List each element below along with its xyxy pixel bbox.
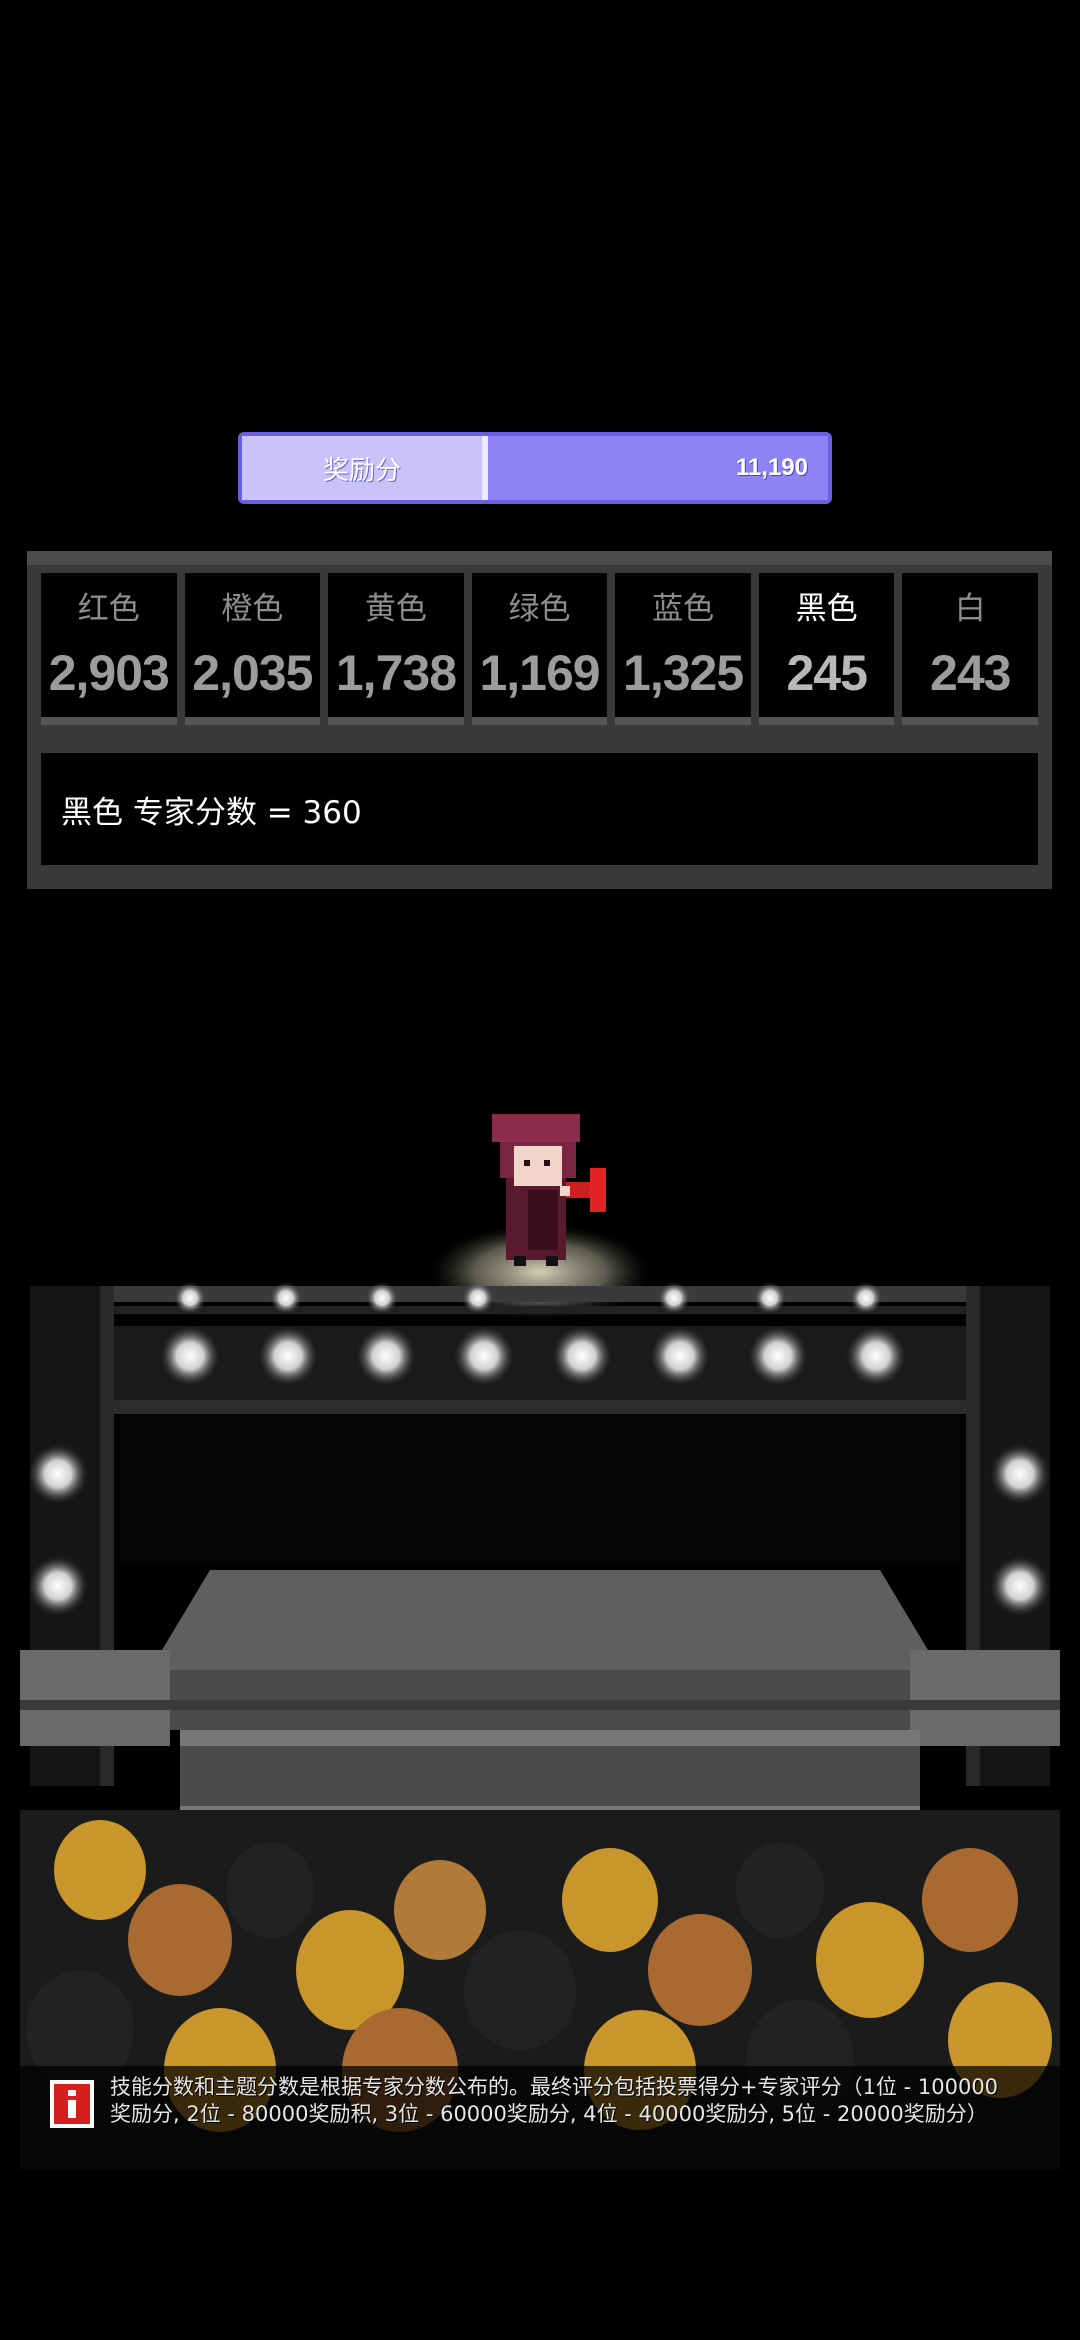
bonus-label: 奖励分 [242,436,488,500]
score-column-name: 红色 [77,591,140,627]
score-column-name: 橙色 [221,591,284,627]
score-column-value: 1,325 [623,645,744,701]
stage-floor [150,1570,940,1670]
score-column-white: 白 243 [902,573,1039,725]
score-column-yellow: 黄色 1,738 [328,573,464,725]
score-column-value: 1,738 [335,645,457,701]
score-column-value: 2,903 [48,645,170,701]
info-text: 技能分数和主题分数是根据专家分数公布的。最终评分包括投票得分+专家评分（1位 -… [110,2075,999,2126]
info-icon [50,2080,94,2128]
score-column-name: 蓝色 [652,591,715,627]
score-column-name: 绿色 [508,591,571,627]
bonus-score-bar: 奖励分 11,190 [238,432,832,504]
color-score-columns: 红色 2,903 橙色 2,035 黄色 1,738 绿色 1,169 蓝色 1… [41,573,1039,725]
score-column-value: 1,169 [479,645,600,701]
stage-scene [20,1110,1060,2170]
score-column-orange: 橙色 2,035 [184,573,321,725]
score-panel: 红色 2,903 橙色 2,035 黄色 1,738 绿色 1,169 蓝色 1… [27,551,1052,889]
score-column-value: 243 [930,645,1011,701]
score-column-green: 绿色 1,169 [471,573,608,725]
score-column-value: 245 [786,645,867,701]
score-column-name: 黑色 [795,591,858,627]
score-column-red: 红色 2,903 [41,573,177,725]
score-column-blue: 蓝色 1,325 [615,573,751,725]
score-column-name: 黄色 [364,591,427,627]
score-column-black: 黑色 245 [758,573,895,725]
game-screen: 奖励分 11,190 红色 2,903 橙色 2,035 黄色 1,738 绿色… [0,0,1080,2340]
bonus-value: 11,190 [488,436,828,500]
score-column-name: 白 [954,591,986,627]
expert-score-line: 黑色 专家分数 = 360 [41,753,1038,865]
score-column-value: 2,035 [192,645,313,701]
info-bar: 技能分数和主题分数是根据专家分数公布的。最终评分包括投票得分+专家评分（1位 -… [20,2066,1060,2170]
